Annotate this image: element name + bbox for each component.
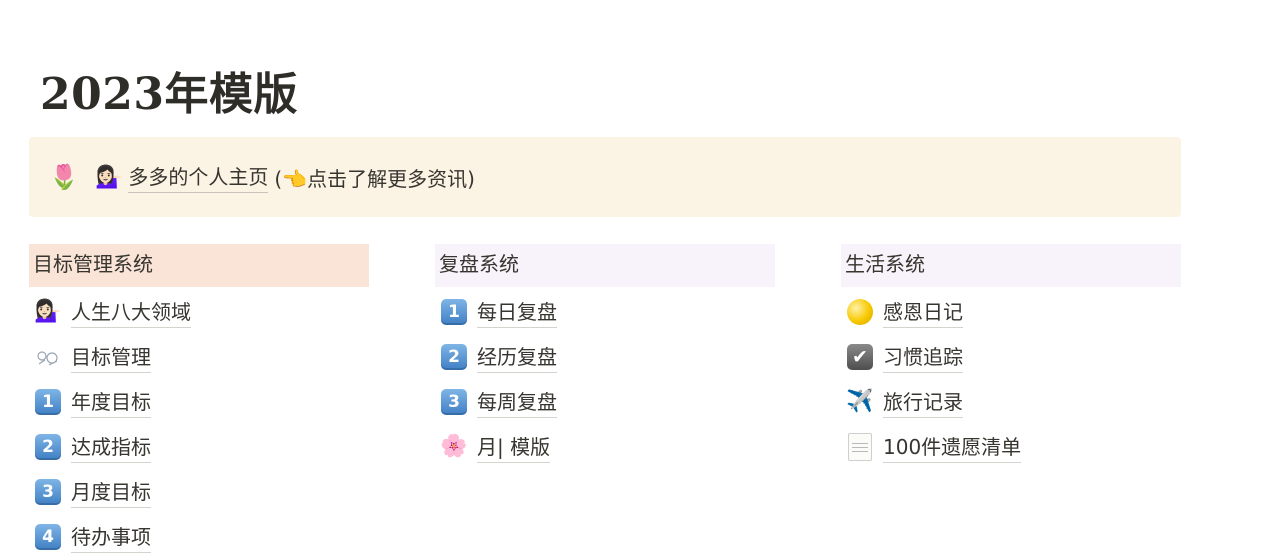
page-link-label: 旅行记录 bbox=[883, 386, 963, 418]
page-link-habit-tracker[interactable]: ✔ 习惯追踪 bbox=[841, 334, 1181, 379]
page-link-gratitude-journal[interactable]: 感恩日记 bbox=[841, 289, 1181, 334]
column-life-system: 生活系统 感恩日记 ✔ 习惯追踪 ✈️ 旅行记录 100件遗愿清单 bbox=[841, 244, 1181, 469]
column-heading: 生活系统 bbox=[841, 244, 1181, 287]
keycap-4-icon: 4 bbox=[33, 522, 63, 552]
check-box-icon: ✔ bbox=[845, 342, 875, 372]
page-title: 2023年模版 bbox=[40, 69, 298, 120]
keycap-1-icon: 1 bbox=[33, 387, 63, 417]
keycap-2-icon: 2 bbox=[33, 432, 63, 462]
page-link-goal-management[interactable]: 目标管理 bbox=[29, 334, 369, 379]
page-link-life-areas[interactable]: 💁🏻‍♀️ 人生八大领域 bbox=[29, 289, 369, 334]
woman-avatar-icon: 💁🏻‍♀️ bbox=[34, 299, 62, 324]
click-info-note: (👈点击了解更多资讯) bbox=[274, 166, 475, 191]
full-moon-icon bbox=[845, 297, 875, 327]
page-link-label: 待办事项 bbox=[71, 521, 151, 553]
page-link-weekly-review[interactable]: 3 每周复盘 bbox=[435, 379, 775, 424]
column-heading: 复盘系统 bbox=[435, 244, 775, 287]
callout-block: 🌷 💁🏻‍♀️ 多多的个人主页 (👈点击了解更多资讯) bbox=[29, 137, 1181, 217]
page-link-label: 月| 模版 bbox=[477, 431, 551, 463]
page-link-monthly-goals[interactable]: 3 月度目标 bbox=[29, 469, 369, 514]
airplane-icon: ✈️ bbox=[846, 389, 874, 414]
column-heading: 目标管理系统 bbox=[29, 244, 369, 287]
page-link-daily-review[interactable]: 1 每日复盘 bbox=[435, 289, 775, 334]
keycap-3-icon: 3 bbox=[33, 477, 63, 507]
page-link-label: 年度目标 bbox=[71, 386, 151, 418]
woman-avatar-icon: 💁🏻‍♀️ bbox=[95, 164, 123, 190]
page-link-experience-review[interactable]: 2 经历复盘 bbox=[435, 334, 775, 379]
keycap-2-icon: 2 bbox=[439, 342, 469, 372]
page-link-label: 100件遗愿清单 bbox=[883, 431, 1022, 463]
page-link-travel-log[interactable]: ✈️ 旅行记录 bbox=[841, 379, 1181, 424]
page-link-label: 达成指标 bbox=[71, 431, 151, 463]
keycap-1-icon: 1 bbox=[439, 297, 469, 327]
keycap-3-icon: 3 bbox=[439, 387, 469, 417]
personal-homepage-link[interactable]: 💁🏻‍♀️ 多多的个人主页 (👈点击了解更多资讯) bbox=[95, 161, 475, 193]
memo-pad-icon bbox=[845, 432, 875, 462]
page-link-key-metrics[interactable]: 2 达成指标 bbox=[29, 424, 369, 469]
personal-homepage-link-text[interactable]: 多多的个人主页 bbox=[128, 161, 269, 193]
cherry-blossom-icon: 🌸 bbox=[440, 434, 468, 459]
page-link-label: 习惯追踪 bbox=[883, 341, 963, 373]
page-link-label: 每日复盘 bbox=[477, 296, 557, 328]
page-link-monthly-template[interactable]: 🌸 月| 模版 bbox=[435, 424, 775, 469]
page-link-todo[interactable]: 4 待办事项 bbox=[29, 514, 369, 559]
column-goal-management: 目标管理系统 💁🏻‍♀️ 人生八大领域 目标管理 1 年度目标 2 达成指标 3… bbox=[29, 244, 369, 559]
page-link-label: 目标管理 bbox=[71, 341, 151, 373]
column-review-system: 复盘系统 1 每日复盘 2 经历复盘 3 每周复盘 🌸 月| 模版 bbox=[435, 244, 775, 469]
page-link-bucket-list[interactable]: 100件遗愿清单 bbox=[841, 424, 1181, 469]
page-link-label: 人生八大领域 bbox=[71, 296, 191, 328]
page-link-label: 感恩日记 bbox=[883, 296, 963, 328]
page-link-label: 每周复盘 bbox=[477, 386, 557, 418]
page-link-annual-goals[interactable]: 1 年度目标 bbox=[29, 379, 369, 424]
sketch-flower-icon bbox=[33, 342, 63, 372]
page-link-label: 月度目标 bbox=[71, 476, 151, 508]
tulip-icon: 🌷 bbox=[49, 163, 79, 191]
page-link-label: 经历复盘 bbox=[477, 341, 557, 373]
